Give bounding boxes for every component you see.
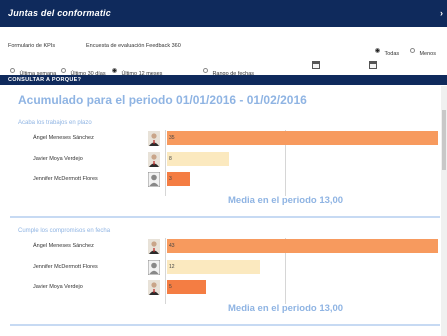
kpi-bar-value: 35: [169, 135, 175, 141]
kpi-bar-value: 12: [169, 264, 175, 270]
media-label: Media en el periodo 13,00: [228, 195, 344, 206]
view-option-label: Todas: [384, 51, 400, 57]
radio-rango-fechas[interactable]: [203, 68, 208, 74]
title-bar: Juntas del conformatic ›: [0, 0, 447, 27]
person-name: Javier Moya Verdejo: [33, 284, 83, 290]
app-title: Juntas del conformatic: [8, 8, 111, 18]
avatar-photo: [148, 152, 160, 167]
kpi-bar-value: 3: [169, 176, 172, 182]
section-title: Acaba los trabajos en plazo: [18, 120, 92, 126]
calendar-from-icon[interactable]: [312, 61, 320, 69]
avatar-placeholder-icon: [148, 172, 160, 187]
person-name: Ángel Meneses Sánchez: [33, 243, 94, 249]
section-separator: [10, 216, 440, 218]
media-label: Media en el periodo 13,00: [228, 303, 344, 314]
kpi-bar-value: 43: [169, 243, 175, 249]
kpi-bar: [167, 260, 260, 274]
kpi-bar-value: 8: [169, 156, 172, 162]
form-label: Formulario de KPIs: [8, 43, 56, 49]
radio-ultima-semana[interactable]: [10, 68, 15, 74]
person-name: Jennifer McDermott Flores: [33, 264, 98, 270]
view-option-label: Menos: [419, 51, 436, 57]
bar-axis-line: [165, 238, 166, 304]
radio-todas[interactable]: [375, 48, 380, 54]
section-nav-bar: CONSULTAR A PORQUE?: [0, 75, 447, 85]
kpi-bar: [167, 131, 438, 145]
kpi-bar: [167, 152, 229, 166]
scrollbar-thumb[interactable]: [442, 110, 446, 170]
bar-axis-line: [165, 130, 166, 196]
radio-ultimos-30-dias[interactable]: [61, 68, 66, 74]
avatar-placeholder-icon: [148, 260, 160, 275]
kpi-bar-value: 5: [169, 284, 172, 290]
view-option-todas[interactable]: Todas: [375, 42, 399, 60]
person-name: Javier Moya Verdejo: [33, 156, 83, 162]
person-name: Jennifer McDermott Flores: [33, 176, 98, 182]
kpi-bar: [167, 280, 206, 294]
kpi-bar: [167, 239, 438, 253]
avatar-photo: [148, 131, 160, 146]
radio-ultimos-12-meses[interactable]: [112, 68, 117, 74]
radio-menos[interactable]: [410, 48, 415, 54]
section-title: Cumple los compromisos en fecha: [18, 228, 111, 234]
calendar-to-icon[interactable]: [369, 61, 377, 69]
person-name: Ángel Meneses Sánchez: [33, 135, 94, 141]
section-separator: [10, 324, 440, 326]
view-option-menos[interactable]: Menos: [410, 42, 436, 60]
title-bar-indicator: ›: [440, 8, 443, 18]
period-title: Acumulado para el periodo 01/01/2016 - 0…: [18, 93, 307, 107]
avatar-photo: [148, 280, 160, 295]
nav-label[interactable]: CONSULTAR A PORQUE?: [8, 77, 81, 83]
avatar-photo: [148, 239, 160, 254]
form-select[interactable]: Encuesta de evaluación Feedback 360: [86, 43, 181, 49]
